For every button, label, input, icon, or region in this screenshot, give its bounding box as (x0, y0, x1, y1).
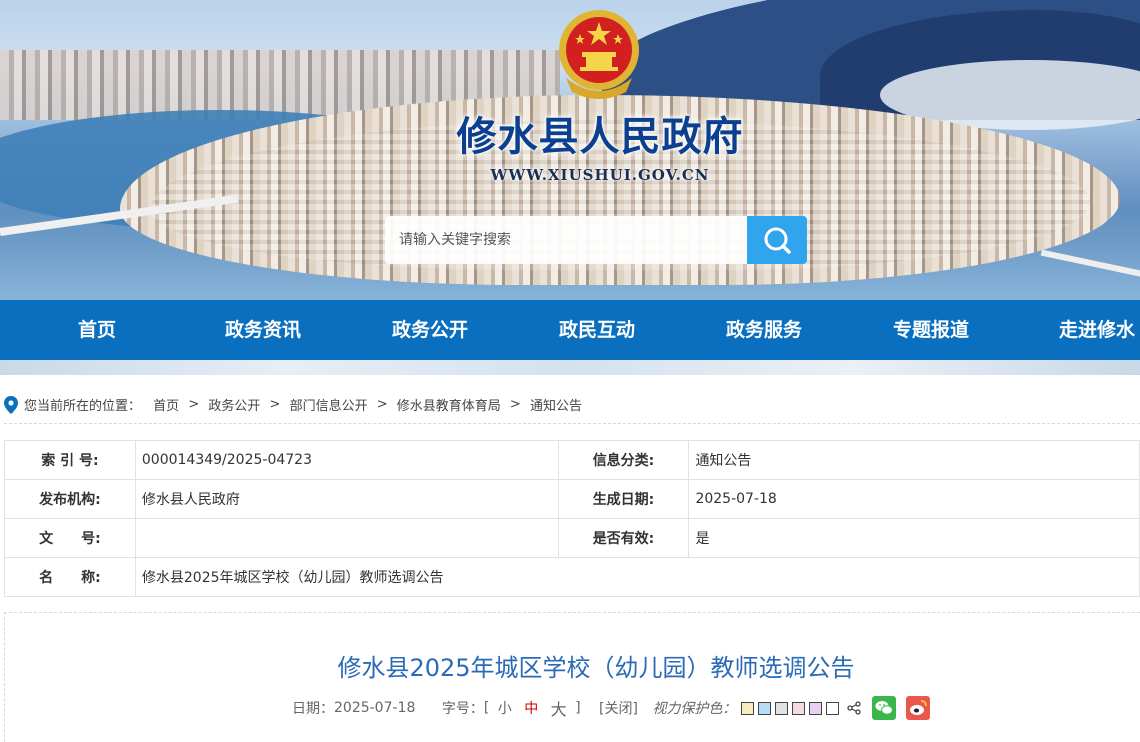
article-meta: 日期：2025-07-18 字号：[ 小 中 大 ] [关闭] 视力保护色： (292, 696, 931, 720)
font-size-small-button[interactable]: 小 (498, 701, 512, 717)
breadcrumb-separator: > (188, 397, 200, 412)
main-nav: 首页 政务资讯 政务公开 政民互动 政务服务 专题报道 走进修水 (0, 300, 1140, 360)
breadcrumb-link[interactable]: 政务公开 (208, 399, 260, 414)
category-value: 通知公告 (688, 440, 1140, 480)
bracket: [ (483, 700, 490, 716)
breadcrumb-separator: > (509, 397, 521, 412)
nav-item-public[interactable]: 政务公开 (360, 300, 500, 360)
name-value: 修水县2025年城区学校（幼儿园）教师选调公告 (134, 557, 1140, 597)
font-size-medium-button[interactable]: 中 (524, 701, 538, 717)
site-url: WWW.XIUSHUI.GOV.CN (490, 166, 710, 184)
category-label: 信息分类: (557, 440, 690, 480)
table-row: 发布机构: 修水县人民政府 生成日期: 2025-07-18 (4, 479, 1140, 519)
eye-color-swatch[interactable] (808, 701, 822, 715)
bracket: ] (575, 700, 581, 716)
share-icon[interactable] (847, 701, 861, 715)
close-button[interactable]: [关闭] (599, 701, 638, 717)
eye-color-swatch[interactable] (791, 701, 805, 715)
wechat-icon[interactable] (871, 696, 896, 720)
article-title: 修水县2025年城区学校（幼儿园）教师选调公告 (337, 654, 855, 682)
breadcrumb-separator: > (376, 397, 388, 412)
index-value: 000014349/2025-04723 (134, 440, 559, 480)
breadcrumb: 您当前所在的位置： 首页 > 政务公开 > 部门信息公开 > 修水县教育体育局 … (4, 395, 582, 414)
table-row: 文 号: 是否有效: 是 (4, 518, 1140, 558)
docno-value (134, 518, 559, 558)
breadcrumb-link[interactable]: 部门信息公开 (290, 399, 368, 414)
name-label: 名 称: (4, 557, 136, 597)
date-label: 日期： (292, 701, 334, 717)
article-date: 2025-07-18 (334, 700, 416, 716)
nav-item-services[interactable]: 政务服务 (694, 300, 834, 360)
eye-protection-label: 视力保护色： (652, 701, 737, 717)
search-button[interactable] (747, 216, 807, 264)
breadcrumb-link[interactable]: 修水县教育体育局 (397, 399, 501, 414)
breadcrumb-separator: > (269, 397, 281, 412)
info-table: 索 引 号: 000014349/2025-04723 信息分类: 通知公告 发… (4, 440, 1140, 597)
eye-color-swatch[interactable] (740, 701, 754, 715)
breadcrumb-link[interactable]: 通知公告 (530, 399, 582, 414)
nav-item-about[interactable]: 走进修水 (1027, 300, 1140, 360)
nav-item-news[interactable]: 政务资讯 (193, 300, 333, 360)
weibo-icon[interactable] (906, 696, 931, 720)
eye-color-swatch[interactable] (825, 701, 839, 715)
valid-value: 是 (688, 518, 1140, 558)
search-icon (764, 227, 791, 254)
font-size-large-button[interactable]: 大 (551, 700, 567, 719)
nav-item-interaction[interactable]: 政民互动 (527, 300, 667, 360)
nav-item-special[interactable]: 专题报道 (861, 300, 1001, 360)
search-input[interactable] (385, 216, 747, 264)
breadcrumb-link[interactable]: 首页 (153, 399, 179, 414)
eye-color-swatch[interactable] (757, 701, 771, 715)
emblem-icon (559, 10, 639, 99)
nav-decor-strip (0, 360, 1140, 375)
index-label: 索 引 号: (4, 440, 136, 480)
date-value: 2025-07-18 (688, 479, 1140, 519)
banner-bridge (1040, 249, 1140, 281)
valid-label: 是否有效: (557, 518, 690, 558)
publisher-label: 发布机构: (4, 479, 136, 519)
breadcrumb-prefix: 您当前所在的位置： (24, 399, 142, 414)
location-pin-icon (4, 395, 18, 414)
eye-color-swatch[interactable] (774, 701, 788, 715)
site-title: 修水县人民政府 (456, 113, 744, 160)
date-label: 生成日期: (557, 479, 690, 519)
nav-item-home[interactable]: 首页 (27, 300, 167, 360)
table-row: 名 称: 修水县2025年城区学校（幼儿园）教师选调公告 (4, 557, 1140, 597)
fontsize-label: 字号： (441, 701, 484, 717)
table-row: 索 引 号: 000014349/2025-04723 信息分类: 通知公告 (4, 440, 1140, 480)
divider (4, 423, 1140, 424)
header-banner: 修水县人民政府 WWW.XIUSHUI.GOV.CN (0, 0, 1140, 300)
docno-label: 文 号: (4, 518, 136, 558)
publisher-value: 修水县人民政府 (134, 479, 559, 519)
